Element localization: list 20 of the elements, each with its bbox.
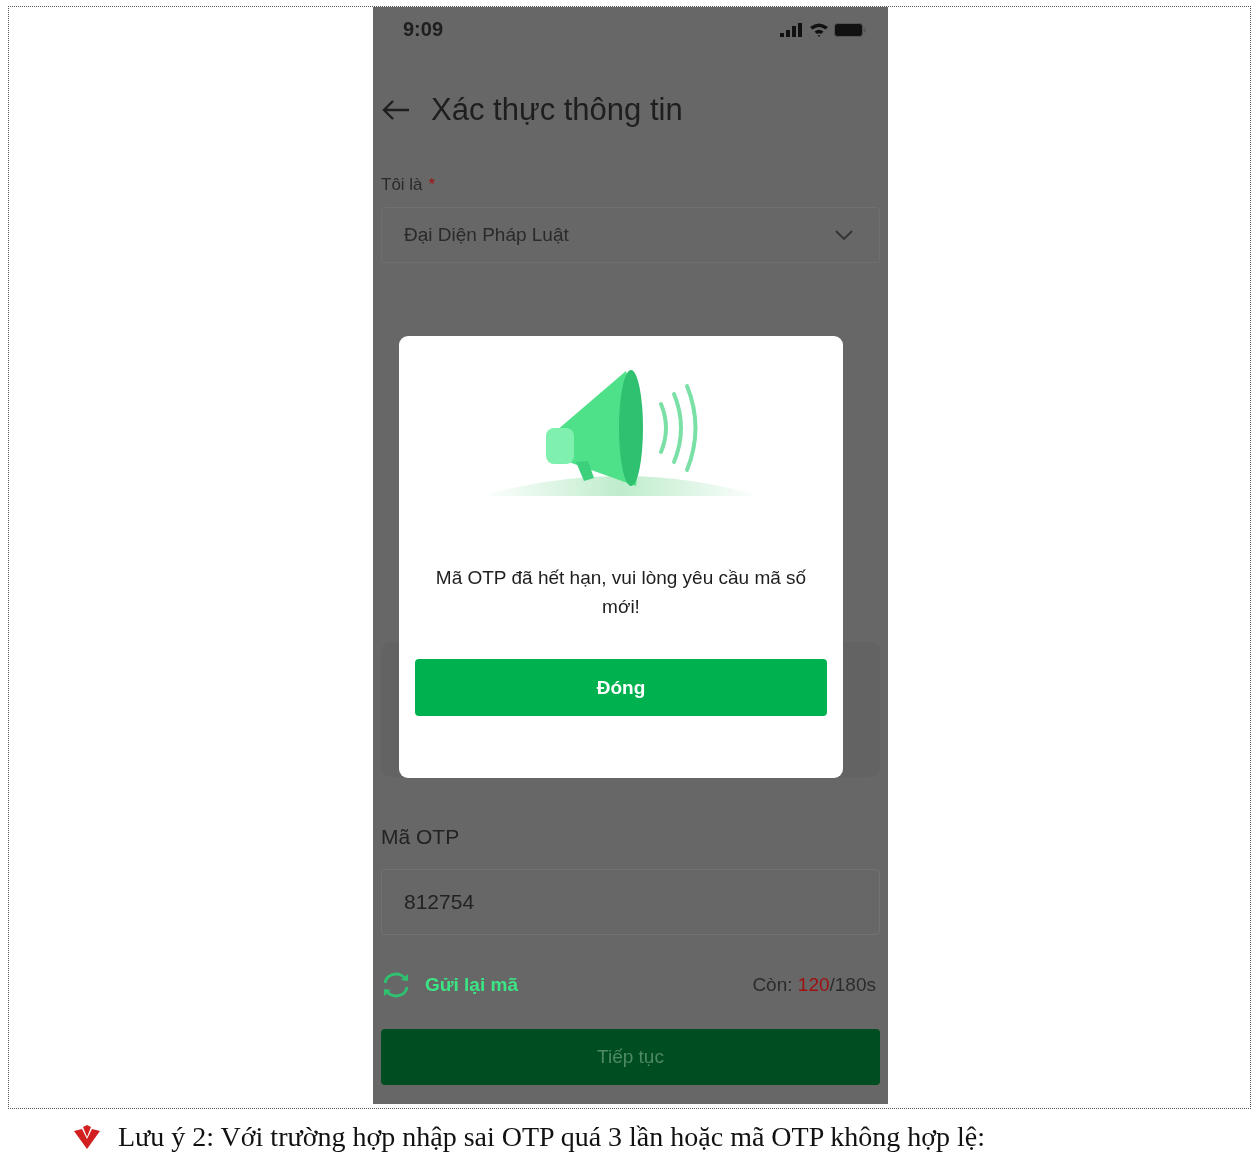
bullet-icon (72, 1125, 102, 1149)
role-dropdown[interactable]: Đại Diện Pháp Luật (381, 207, 880, 263)
dialog-message: Mã OTP đã hết hạn, vui lòng yêu cầu mã số mới! (434, 566, 808, 619)
otp-input-field[interactable]: 812754 (381, 869, 880, 935)
signal-icon (780, 22, 804, 37)
back-arrow-icon[interactable] (381, 98, 411, 122)
chevron-down-icon (835, 230, 853, 240)
status-time: 9:09 (403, 18, 444, 41)
close-button[interactable]: Đóng (415, 659, 827, 716)
note-text: Lưu ý 2: Với trường hợp nhập sai OTP quá 3 lần hoặc mã OTP không hợp lệ: (118, 1121, 985, 1153)
countdown-text: Còn: 120/180s (752, 974, 877, 996)
refresh-icon (381, 972, 411, 998)
screen-title: Xác thực thông tin (431, 92, 683, 128)
resend-link[interactable]: Gửi lại mã (381, 972, 518, 998)
continue-button[interactable]: Tiếp tục (381, 1029, 880, 1085)
otp-label: Mã OTP (381, 824, 461, 850)
field-label: Tôi là (381, 175, 423, 195)
required-mark: * (428, 175, 436, 195)
wifi-icon (809, 22, 829, 37)
battery-icon (834, 22, 866, 37)
